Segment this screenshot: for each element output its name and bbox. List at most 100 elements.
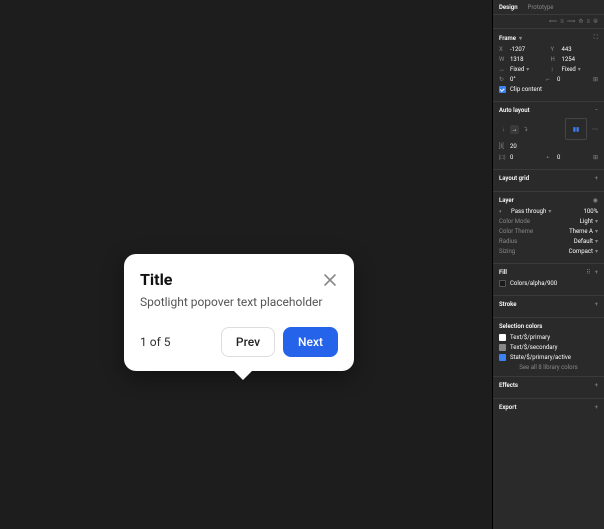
color-theme-select[interactable]: Theme A▾ [569,228,598,235]
section-selection-colors: Selection colors Text/$/primary Text/$/s… [493,318,604,377]
selection-color-item[interactable]: State/$/primary/active [499,354,598,361]
effects-title: Effects [499,382,518,389]
stroke-title: Stroke [499,301,517,308]
corner-radius-input[interactable]: 0 [557,76,560,83]
close-icon[interactable] [322,272,338,288]
auto-layout-title: Auto layout [499,107,530,114]
color-theme-label: Color Theme [499,228,533,235]
inspector-panel: Design Prototype ⟸ ≡ ⟹ ⟰ ≡ ⟱ Frame▾ ⛶ X-… [492,0,604,529]
next-button[interactable]: Next [283,327,338,357]
y-input[interactable]: 443 [562,46,572,53]
selection-colors-title: Selection colors [499,323,542,330]
radius-label: Radius [499,238,517,245]
vconstraint-select[interactable]: Fixed▾ [562,66,581,73]
align-toolbar: ⟸ ≡ ⟹ ⟰ ≡ ⟱ [493,15,604,29]
clip-content-label: Clip content [510,86,542,93]
opacity-input[interactable]: 100% [583,208,598,215]
color-name: State/$/primary/active [510,354,571,361]
selection-color-item[interactable]: Text/$/primary [499,334,598,341]
align-vcenter-icon[interactable]: ≡ [586,18,590,25]
h-input[interactable]: 1254 [562,56,576,63]
direction-wrap-icon[interactable]: ↴ [521,125,530,134]
tab-prototype[interactable]: Prototype [528,4,554,11]
x-label: X [499,46,507,53]
spotlight-popover: Title Spotlight popover text placeholder… [124,254,354,371]
color-swatch [499,354,506,361]
export-title: Export [499,404,517,411]
x-input[interactable]: -1207 [510,46,525,53]
padh-input[interactable]: 0 [510,154,513,161]
corner-radius-icon: ⌐ [546,76,554,83]
layer-visibility-icon[interactable]: ◉ [593,197,598,204]
sizing-select[interactable]: Compact▾ [569,248,598,255]
clip-content-checkbox[interactable] [499,86,506,93]
alignment-box[interactable]: ▮▮ [565,118,587,140]
independent-corners-icon[interactable]: ⊞ [593,76,598,83]
add-effect-icon[interactable]: + [595,382,598,389]
selection-color-item[interactable]: Text/$/secondary [499,344,598,351]
blend-icon: ◐ [499,208,507,215]
padv-icon: ⫠ [546,153,554,161]
layer-title: Layer [499,197,514,204]
w-input[interactable]: 1318 [510,56,524,63]
color-swatch [499,334,506,341]
remove-auto-layout-icon[interactable]: − [595,107,598,114]
color-name: Text/$/primary [510,334,550,341]
fill-styles-icon[interactable]: ⠿ [586,269,590,276]
see-all-colors-link[interactable]: See all 8 library colors [499,364,598,371]
color-swatch [499,344,506,351]
fill-swatch[interactable] [499,280,506,287]
layout-grid-title: Layout grid [499,175,529,182]
independent-padding-icon[interactable]: ⊞ [593,154,598,161]
fill-title: Fill [499,269,507,276]
section-auto-layout: Auto layout − ↓ → ↴ ▮▮ ⋯ ]I[20 |□|0 ⫠0 ⊞ [493,102,604,170]
radius-select[interactable]: Default▾ [574,238,598,245]
rotation-icon: ↻ [499,76,507,83]
section-layout-grid: Layout grid + [493,170,604,192]
section-export: Export + [493,399,604,420]
section-fill: Fill ⠿ + Colors/alpha/900 [493,264,604,296]
add-fill-icon[interactable]: + [595,269,598,276]
popover-step: 1 of 5 [140,335,170,349]
chevron-down-icon: ▾ [519,35,522,42]
canvas-area[interactable]: Title Spotlight popover text placeholder… [0,0,492,529]
fill-name[interactable]: Colors/alpha/900 [510,280,557,287]
direction-vertical-icon[interactable]: ↓ [499,125,508,134]
section-layer: Layer ◉ ◐ Pass through▾ 100% Color Mode L… [493,192,604,264]
y-label: Y [551,46,559,53]
auto-layout-more-icon[interactable]: ⋯ [592,126,598,133]
align-bottom-icon[interactable]: ⟱ [593,18,598,25]
popover-title: Title [140,270,172,289]
frame-title[interactable]: Frame▾ [499,35,522,42]
sizing-label: Sizing [499,248,515,255]
add-layout-grid-icon[interactable]: + [595,175,598,182]
hconstraint-select[interactable]: Fixed▾ [510,66,529,73]
color-mode-label: Color Mode [499,218,530,225]
align-right-icon[interactable]: ⟹ [567,18,576,25]
section-frame: Frame▾ ⛶ X-1207 Y443 W1318 H1254 ↔Fixed▾… [493,29,604,102]
section-stroke: Stroke + [493,296,604,318]
color-mode-select[interactable]: Light▾ [580,218,598,225]
h-label: H [551,56,559,63]
padv-input[interactable]: 0 [557,154,560,161]
popover-body: Spotlight popover text placeholder [140,295,338,309]
rotation-input[interactable]: 0° [510,76,516,83]
gap-input[interactable]: 20 [510,143,517,150]
w-label: W [499,56,507,63]
color-name: Text/$/secondary [510,344,557,351]
add-export-icon[interactable]: + [595,404,598,411]
section-effects: Effects + [493,377,604,399]
align-left-icon[interactable]: ⟸ [549,18,558,25]
direction-horizontal-icon[interactable]: → [510,125,519,134]
gap-icon: ]I[ [499,143,507,150]
hconstraint-icon: ↔ [499,66,507,73]
padh-icon: |□| [499,154,507,161]
blend-select[interactable]: Pass through▾ [511,208,551,215]
add-stroke-icon[interactable]: + [595,301,598,308]
tab-design[interactable]: Design [499,4,518,11]
vconstraint-icon: ↕ [551,66,559,73]
align-hcenter-icon[interactable]: ≡ [560,18,564,25]
prev-button[interactable]: Prev [221,327,275,357]
resize-to-fit-icon[interactable]: ⛶ [594,34,598,42]
align-top-icon[interactable]: ⟰ [578,18,583,25]
